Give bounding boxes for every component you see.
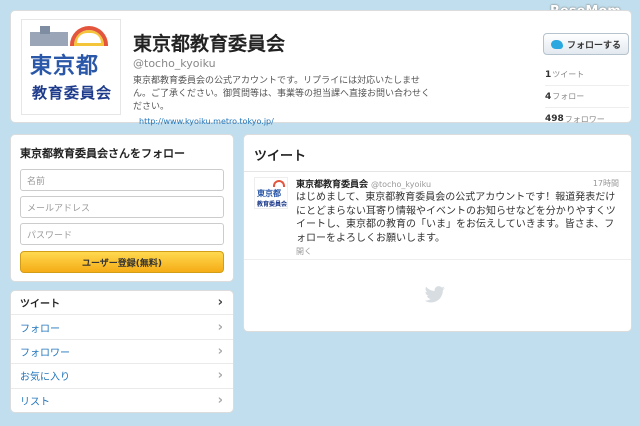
tweet-author-name: 東京都教育委員会 [296, 180, 369, 190]
password-field[interactable]: パスワード [20, 223, 224, 245]
divider [244, 171, 631, 172]
profile-name: 東京都教育委員会 [133, 33, 286, 55]
nav-item-following[interactable]: フォロー › [11, 315, 233, 340]
tweet-author[interactable]: 東京都教育委員会 @tocho_kyoiku [296, 177, 431, 190]
signup-button[interactable]: ユーザー登録(無料) [20, 251, 224, 273]
chevron-right-icon: › [217, 295, 223, 311]
nav-item-followers[interactable]: フォロワー › [11, 340, 233, 365]
stat-label: フォロワー [564, 114, 605, 124]
nav-item-tweets[interactable]: ツイート › [11, 291, 233, 316]
stat-count: 1 [545, 69, 552, 80]
follow-button[interactable]: フォローする [543, 33, 629, 55]
profile-avatar: 東京都 教育委員会 [21, 19, 121, 115]
follow-signup-card: 東京都教育委員会さんをフォロー 名前 メールアドレス パスワード ユーザー登録(… [10, 134, 234, 282]
profile-url-link[interactable]: http://www.kyoiku.metro.tokyo.jp/ [139, 117, 274, 126]
stat-count: 4 [545, 91, 552, 102]
nav-item-label: ツイート [20, 299, 60, 311]
nav-item-lists[interactable]: リスト › [11, 389, 233, 412]
divider [244, 259, 631, 260]
chevron-right-icon: › [217, 393, 223, 409]
chevron-right-icon: › [217, 343, 223, 359]
chevron-right-icon: › [217, 319, 223, 335]
stat-following[interactable]: 4 フォロー [545, 86, 629, 108]
building-illustration [30, 32, 68, 46]
tweet-author-handle: @tocho_kyoiku [371, 180, 432, 189]
rainbow-illustration [273, 180, 285, 187]
email-field[interactable]: メールアドレス [20, 196, 224, 218]
stat-label: フォロー [552, 92, 585, 101]
rainbow-illustration [70, 26, 108, 46]
nav-item-label: フォロワー [20, 347, 70, 359]
tweet-expand-link[interactable]: 開く [296, 246, 312, 257]
avatar-text-line1: 東京都 [257, 189, 281, 198]
nav-item-label: お気に入り [20, 372, 70, 384]
stat-tweets[interactable]: 1 ツイート [545, 64, 629, 86]
stat-label: ツイート [552, 70, 585, 79]
profile-stats: 1 ツイート 4 フォロー 498 フォロワー [545, 64, 629, 130]
nav-item-label: リスト [20, 397, 50, 409]
nav-item-label: フォロー [20, 323, 60, 335]
name-field[interactable]: 名前 [20, 169, 224, 191]
follow-button-label: フォローする [566, 40, 621, 51]
tweets-timeline: ツイート 東京都 教育委員会 東京都教育委員会 @tocho_kyoiku 17時… [243, 134, 632, 332]
profile-nav: ツイート › フォロー › フォロワー › お気に入り › リスト › [10, 290, 234, 413]
tweet-timestamp[interactable]: 17時間 [593, 178, 619, 189]
building-tower-illustration [40, 26, 50, 34]
tweet-text: はじめまして、東京都教育委員会の公式アカウントです！報道発表だけにとどまらない耳… [296, 192, 616, 244]
bird-icon [550, 39, 563, 49]
profile-handle: @tocho_kyoiku [133, 57, 216, 70]
nav-item-favorites[interactable]: お気に入り › [11, 364, 233, 389]
avatar-text-line1: 東京都 [30, 54, 100, 79]
avatar-text-line2: 教育委員会 [257, 201, 288, 208]
stat-followers[interactable]: 498 フォロワー [545, 108, 629, 130]
profile-card: 東京都 教育委員会 東京都教育委員会 @tocho_kyoiku 東京都教育委員… [10, 10, 632, 126]
chevron-right-icon: › [217, 368, 223, 384]
avatar-text-line2: 教育委員会 [32, 84, 113, 102]
tweets-title: ツイート [254, 149, 307, 164]
follow-box-title: 東京都教育委員会さんをフォロー [20, 147, 185, 160]
profile-bio: 東京都教育委員会の公式アカウントです。リプライには対応いたしません。ご了承くださ… [133, 76, 431, 112]
twitter-bird-icon [424, 286, 445, 303]
tweet-avatar[interactable]: 東京都 教育委員会 [254, 177, 288, 209]
stat-count: 498 [545, 114, 564, 124]
